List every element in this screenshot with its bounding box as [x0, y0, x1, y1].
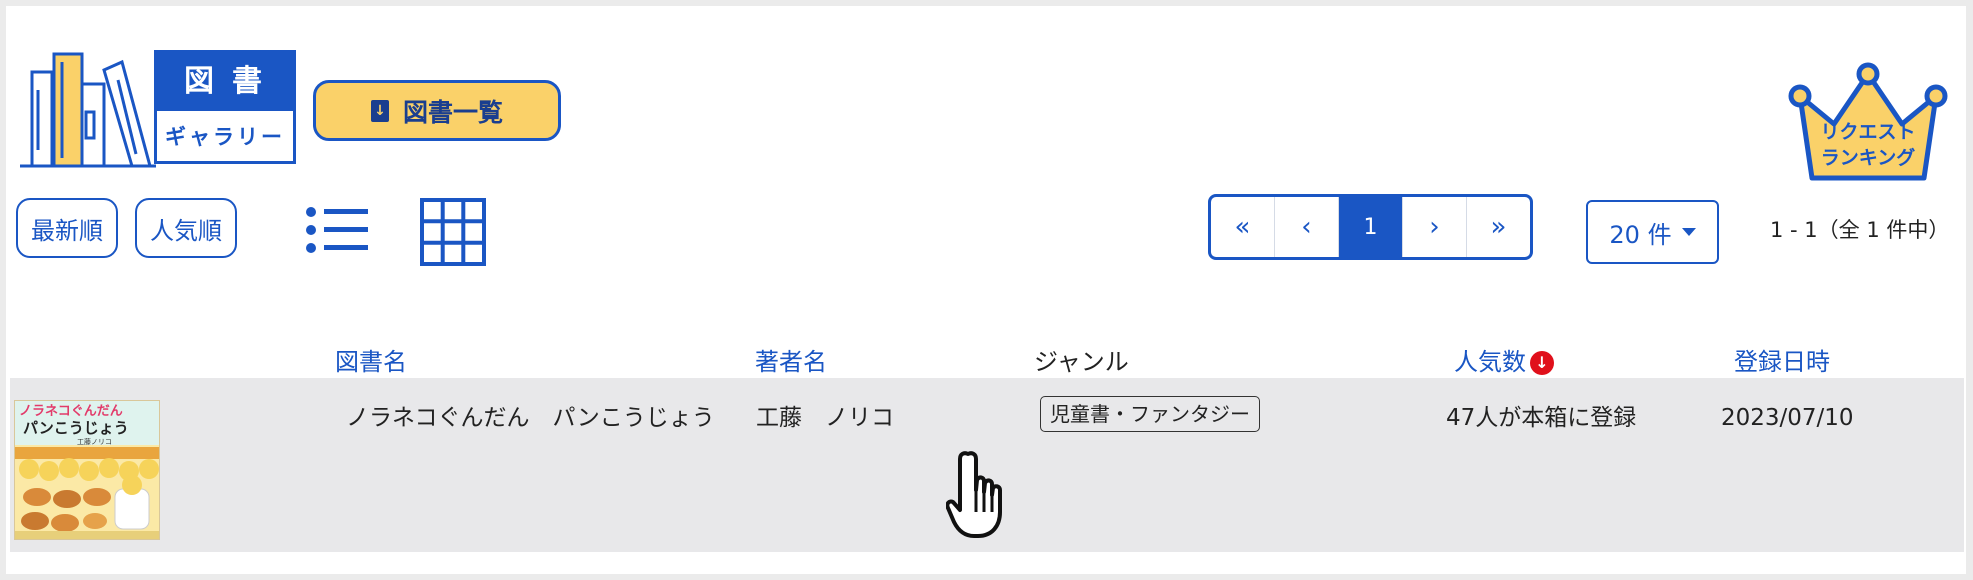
bookshelf-icon	[20, 52, 156, 168]
ranking-label-line2: ランキング	[1821, 146, 1915, 169]
sort-popular-button[interactable]: 人気順	[135, 198, 237, 258]
per-page-value: 20 件	[1609, 220, 1672, 249]
grid-view-icon[interactable]	[420, 198, 486, 266]
crown-icon: リクエスト ランキング	[1788, 62, 1948, 181]
header-genre: ジャンル	[1034, 348, 1129, 376]
prev-page-button[interactable]: ‹	[1275, 197, 1339, 257]
caret-down-icon	[1681, 228, 1696, 236]
pagination: « ‹ 1 › »	[1208, 194, 1533, 260]
book-list-button-label: 図書一覧	[402, 97, 503, 127]
book-list-button[interactable]: ↓ 図書一覧	[313, 80, 561, 141]
page-1-button[interactable]: 1	[1339, 197, 1403, 257]
request-ranking-button[interactable]: リクエスト ランキング	[1784, 60, 1952, 188]
list-view-icon[interactable]	[304, 206, 370, 254]
cover-title-line2: パンこうじょう	[23, 419, 129, 437]
header-title[interactable]: 図書名	[335, 342, 407, 377]
sort-newest-button[interactable]: 最新順	[16, 198, 118, 258]
book-author: 工藤 ノリコ	[756, 405, 894, 431]
book-registered-date: 2023/07/10	[1721, 405, 1854, 431]
cover-author: 工藤ノリコ	[77, 437, 112, 446]
download-document-icon: ↓	[370, 99, 389, 122]
site-logo[interactable]: 図書 ギャラリー	[18, 50, 298, 170]
next-page-button[interactable]: ›	[1403, 197, 1467, 257]
per-page-dropdown[interactable]: 20 件	[1586, 200, 1719, 264]
header-popularity[interactable]: 人気数 ↓	[1454, 342, 1554, 377]
header-author[interactable]: 著者名	[755, 342, 827, 377]
logo-subtitle: ギャラリー	[165, 125, 285, 149]
result-count: 1 - 1（全 1 件中）	[1770, 218, 1950, 242]
logo-title: 図書	[157, 53, 293, 111]
sort-down-icon: ↓	[1530, 351, 1554, 375]
header-registered[interactable]: 登録日時	[1734, 342, 1830, 377]
genre-tag[interactable]: 児童書・ファンタジー	[1040, 396, 1260, 432]
ranking-label-line1: リクエスト	[1820, 121, 1915, 143]
book-cover-art: ノラネコぐんだん パンこうじょう 工藤ノリコ	[15, 401, 159, 539]
logo-text-box: 図書 ギャラリー	[154, 50, 296, 164]
cover-title-line1: ノラネコぐんだん	[19, 404, 123, 419]
last-page-button[interactable]: »	[1467, 197, 1530, 257]
book-popularity: 47人が本箱に登録	[1446, 405, 1637, 431]
book-cover-image[interactable]: ノラネコぐんだん パンこうじょう 工藤ノリコ	[14, 400, 160, 540]
hand-pointer-icon	[946, 451, 1002, 538]
header-popularity-label: 人気数	[1454, 348, 1526, 376]
first-page-button[interactable]: «	[1211, 197, 1275, 257]
book-title[interactable]: ノラネコぐんだん パンこうじょう	[346, 398, 736, 438]
